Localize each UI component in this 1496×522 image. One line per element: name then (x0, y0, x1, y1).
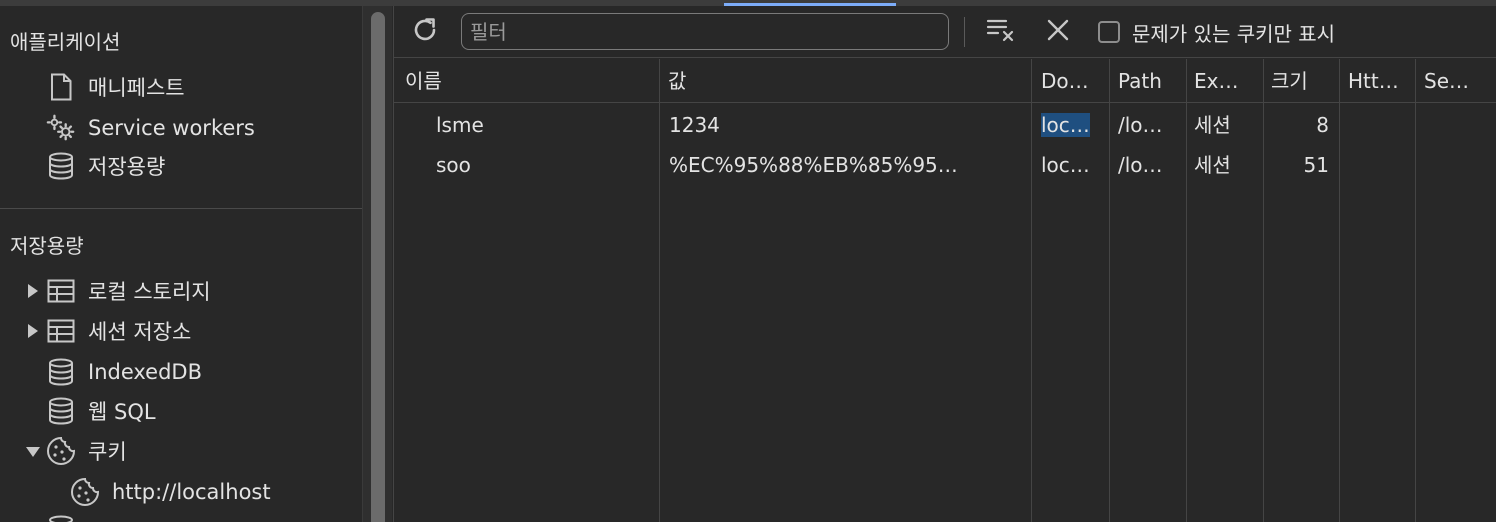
cell-path: /lo… (1118, 113, 1163, 137)
close-icon (1046, 18, 1070, 46)
sidebar-item-web-sql[interactable]: 웹 SQL (46, 394, 156, 428)
sidebar-item-label: IndexedDB (88, 360, 202, 384)
database-icon (46, 514, 76, 522)
column-header-name[interactable]: 이름 (405, 59, 655, 103)
sidebar: 애플리케이션 매니페스트 Service workers 저장용량 저장용량 로… (0, 6, 362, 522)
cell-domain: loc… (1041, 105, 1107, 145)
sidebar-item-label: 매니페스트 (88, 76, 185, 100)
cell-size: 51 (1303, 153, 1329, 177)
sidebar-item-local-storage[interactable]: 로컬 스토리지 (46, 274, 211, 308)
database-icon (46, 151, 76, 181)
column-header-size[interactable]: 크기 (1271, 59, 1337, 103)
sidebar-item-service-workers[interactable]: Service workers (46, 111, 255, 145)
sidebar-item-indexeddb[interactable]: IndexedDB (46, 355, 202, 389)
section-title-application: 애플리케이션 (10, 30, 121, 54)
sidebar-item-label: http://localhost (112, 480, 271, 504)
sidebar-item-cookies[interactable]: 쿠키 (46, 434, 127, 468)
section-title-storage: 저장용량 (10, 234, 84, 258)
cell-domain-text: loc… (1041, 113, 1090, 137)
sidebar-item-session-storage[interactable]: 세션 저장소 (46, 314, 191, 348)
sidebar-item-storage[interactable]: 저장용량 (46, 149, 165, 183)
sidebar-item-partial[interactable] (46, 512, 88, 522)
clear-filtered-icon (986, 17, 1018, 47)
column-header-expires[interactable]: Ex… (1194, 59, 1260, 103)
cell-name: soo (436, 153, 471, 177)
sidebar-item-label: 로컬 스토리지 (88, 280, 211, 304)
sidebar-item-label: 웹 SQL (88, 400, 156, 424)
column-header-domain[interactable]: Do… (1041, 59, 1107, 103)
cell-size: 8 (1316, 113, 1329, 137)
database-icon (46, 396, 76, 426)
cell-httponly (1348, 145, 1412, 185)
delete-all-cookies-button[interactable] (1042, 16, 1074, 48)
refresh-icon (410, 15, 440, 49)
column-header-secure[interactable]: Se… (1424, 59, 1490, 103)
column-header-value[interactable]: 값 (668, 59, 1028, 103)
table-icon (46, 276, 76, 306)
sidebar-item-label: Service workers (88, 116, 255, 140)
sidebar-item-label: 쿠키 (88, 440, 127, 464)
collapse-arrow-icon[interactable] (26, 447, 40, 457)
document-icon (46, 72, 76, 102)
cell-expires: 세션 (1194, 113, 1231, 137)
cell-httponly (1348, 105, 1412, 145)
cell-expires: 세션 (1194, 153, 1231, 177)
cell-domain: loc… (1041, 153, 1090, 177)
refresh-button[interactable] (408, 15, 442, 49)
sidebar-scrollbar[interactable] (362, 6, 392, 522)
cell-secure (1424, 145, 1490, 185)
cookies-panel: 문제가 있는 쿠키만 표시 이름 값 Do… Path Ex… 크기 Htt… … (393, 6, 1496, 522)
issues-only-checkbox[interactable] (1098, 21, 1120, 43)
column-header-path[interactable]: Path (1118, 59, 1184, 103)
toolbar: 문제가 있는 쿠키만 표시 (394, 6, 1496, 58)
clear-filtered-cookies-button[interactable] (984, 16, 1020, 48)
cookie-icon (70, 477, 100, 507)
sidebar-divider (0, 208, 362, 209)
scrollbar-thumb[interactable] (371, 12, 385, 522)
expand-arrow-icon[interactable] (28, 324, 38, 338)
database-icon (46, 357, 76, 387)
column-header-httponly[interactable]: Htt… (1348, 59, 1412, 103)
table-header: 이름 값 Do… Path Ex… 크기 Htt… Se… (394, 59, 1496, 103)
table-row[interactable]: lsme 1234 loc… /lo… 세션 8 (394, 105, 1496, 145)
cell-path: /lo… (1118, 153, 1163, 177)
sidebar-item-label: 저장용량 (88, 155, 166, 179)
sidebar-item-label: 세션 저장소 (88, 320, 192, 344)
gears-icon (46, 113, 76, 143)
cookies-table: 이름 값 Do… Path Ex… 크기 Htt… Se… lsme 1234 … (394, 59, 1496, 522)
cell-value: %EC%95%88%EB%85%95… (669, 153, 958, 177)
sidebar-item-manifest[interactable]: 매니페스트 (46, 70, 185, 104)
sidebar-item-cookie-localhost[interactable]: http://localhost (70, 475, 271, 509)
expand-arrow-icon[interactable] (28, 284, 38, 298)
cell-name: lsme (436, 113, 484, 137)
cell-value: 1234 (669, 113, 720, 137)
cell-secure (1424, 105, 1490, 145)
toolbar-separator (964, 17, 965, 47)
filter-input[interactable] (461, 13, 949, 50)
issues-only-label: 문제가 있는 쿠키만 표시 (1132, 22, 1336, 46)
table-row[interactable]: soo %EC%95%88%EB%85%95… loc… /lo… 세션 51 (394, 145, 1496, 185)
table-icon (46, 316, 76, 346)
cookie-icon (46, 436, 76, 466)
